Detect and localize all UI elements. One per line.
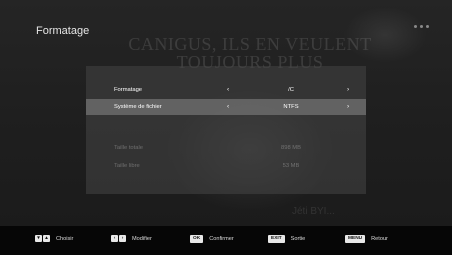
- hint-confirm: OK Confirmer: [190, 235, 234, 243]
- hint-label: Choisir: [56, 235, 74, 242]
- menu-row-value: /C: [288, 87, 294, 93]
- hint-label: Retour: [371, 236, 388, 242]
- arrow-left-key-icon: ‹: [111, 235, 118, 242]
- background-caption: Jéti BYI...: [292, 206, 335, 217]
- hint-exit: EXIT Sortie: [268, 235, 305, 243]
- arrow-up-key-icon: ▴: [43, 235, 50, 242]
- chevron-right-icon[interactable]: ›: [347, 103, 349, 110]
- hint-choose: ▾ ▴ Choisir: [35, 235, 73, 242]
- menu-row-formatage[interactable]: Formatage ‹ /C ›: [86, 82, 366, 98]
- exit-key-icon: EXIT: [268, 235, 285, 243]
- menu-row-value: NTFS: [283, 104, 299, 110]
- menu-row-label: Système de fichier: [114, 104, 162, 110]
- page-title: Formatage: [36, 25, 90, 37]
- hint-modify: ‹ › Modifier: [111, 235, 152, 242]
- arrow-down-key-icon: ▾: [35, 235, 42, 242]
- arrow-right-key-icon: ›: [119, 235, 126, 242]
- menu-row-label: Taille libre: [114, 163, 140, 169]
- menu-row-label: Formatage: [114, 87, 143, 93]
- footer-hint-bar: ▾ ▴ Choisir ‹ › Modifier OK Confirmer EX…: [0, 226, 452, 255]
- menu-row-free-size: Taille libre 53 MB: [86, 158, 366, 174]
- hint-label: Confirmer: [209, 236, 234, 242]
- hint-label: Sortie: [290, 236, 306, 242]
- menu-row-value: 898 MB: [281, 145, 301, 151]
- tv-screen: CANIGUS, ILS EN VEULENT TOUJOURS PLUS Jé…: [0, 0, 452, 255]
- menu-row-label: Taille totale: [114, 145, 144, 151]
- format-menu-panel: Formatage ‹ /C › Système de fichier ‹ NT…: [86, 66, 366, 194]
- chevron-right-icon[interactable]: ›: [347, 86, 349, 93]
- hint-label: Modifier: [132, 235, 152, 242]
- menu-row-file-system[interactable]: Système de fichier ‹ NTFS ›: [86, 99, 366, 115]
- dots-icon: [414, 25, 429, 28]
- menu-row-total-size: Taille totale 898 MB: [86, 140, 366, 156]
- hint-back: MENU Retour: [345, 235, 388, 243]
- menu-key-icon: MENU: [345, 235, 366, 243]
- ok-key-icon: OK: [190, 235, 204, 243]
- chevron-left-icon[interactable]: ‹: [227, 86, 229, 93]
- chevron-left-icon[interactable]: ‹: [227, 103, 229, 110]
- menu-row-value: 53 MB: [282, 163, 300, 169]
